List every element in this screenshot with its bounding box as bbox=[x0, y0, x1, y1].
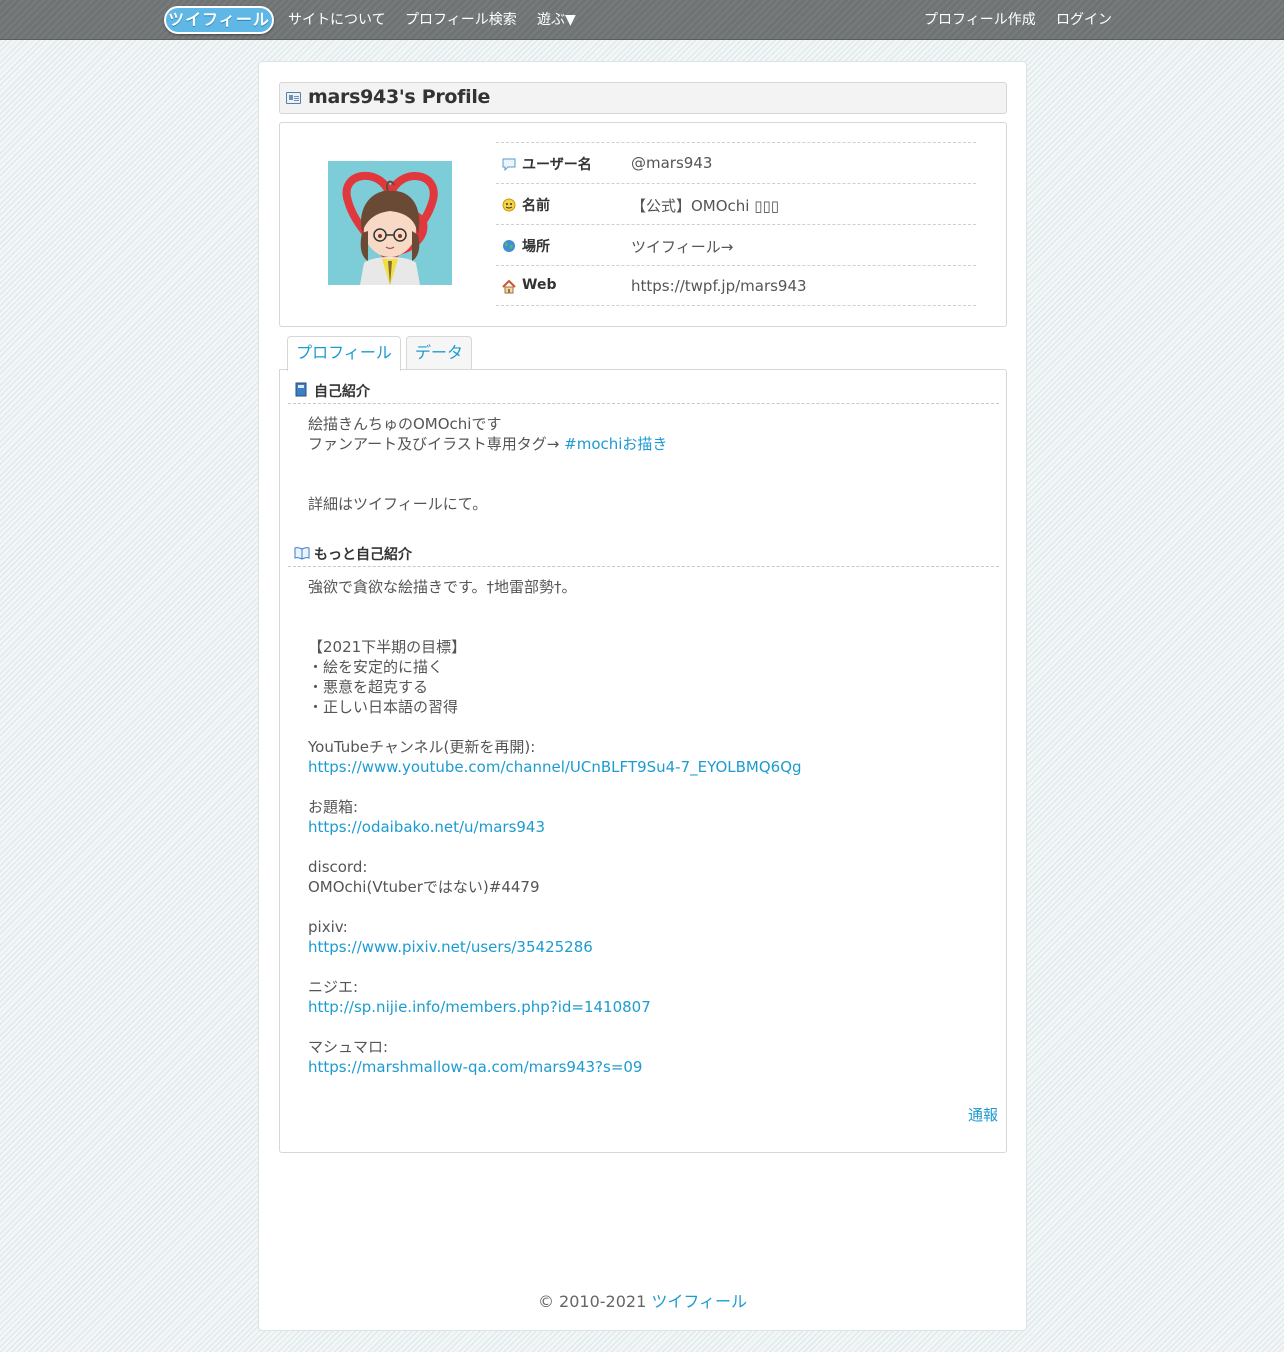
info-label-location: 場所 bbox=[522, 239, 550, 255]
info-label-username: ユーザー名 bbox=[522, 157, 592, 173]
more-section-title: もっと自己紹介 bbox=[314, 547, 412, 563]
more-intro-link[interactable]: https://www.youtube.com/channel/UCnBLFT9… bbox=[308, 757, 802, 777]
more-intro-link[interactable]: http://sp.nijie.info/members.php?id=1410… bbox=[308, 997, 802, 1017]
footer-site-link[interactable]: ツイフィール bbox=[651, 1292, 747, 1311]
info-row-location: 場所 ツイフィール→ bbox=[496, 224, 976, 265]
more-intro-line: ・絵を安定的に描く bbox=[308, 658, 444, 676]
web-link[interactable]: https://twpf.jp/mars943 bbox=[631, 277, 807, 295]
id-card-icon bbox=[286, 92, 301, 104]
more-intro-line: ・正しい日本語の習得 bbox=[308, 698, 459, 716]
more-section-header: もっと自己紹介 bbox=[288, 539, 999, 567]
more-intro-line bbox=[308, 897, 802, 917]
more-intro-line: pixiv: bbox=[308, 918, 348, 936]
info-row-username: ユーザー名 @mars943 bbox=[496, 142, 976, 183]
intro-line: ファンアート及びイラスト専用タグ→ #mochiお描き bbox=[308, 434, 667, 454]
intro-section-title: 自己紹介 bbox=[314, 384, 370, 400]
info-label-web: Web bbox=[522, 277, 557, 293]
tab-data[interactable]: データ bbox=[406, 336, 472, 370]
house-icon bbox=[502, 279, 516, 294]
info-row-web: Web https://twpf.jp/mars943 bbox=[496, 265, 976, 306]
profile-info-table: ユーザー名 @mars943 名前 【公式】OMOchi ▯▯▯ 場所 ツイフィ… bbox=[496, 142, 976, 306]
more-intro-line: お題箱: bbox=[308, 798, 359, 816]
more-intro-line bbox=[308, 617, 802, 637]
nav-login-link[interactable]: ログイン bbox=[1056, 0, 1112, 40]
intro-text: 絵描きんちゅのOMOchiです ファンアート及びイラスト専用タグ→ #mochi… bbox=[308, 414, 667, 514]
more-intro-line: OMOchi(Vtuberではない)#4479 bbox=[308, 878, 540, 896]
more-intro-line bbox=[308, 597, 802, 617]
more-intro-line: マシュマロ: bbox=[308, 1038, 389, 1056]
nav-play-dropdown[interactable]: 遊ぶ▼ bbox=[537, 0, 576, 40]
footer: © 2010-2021 ツイフィール bbox=[259, 1288, 1026, 1312]
globe-icon bbox=[502, 238, 516, 252]
more-intro-link[interactable]: https://odaibako.net/u/mars943 bbox=[308, 817, 802, 837]
notebook-icon bbox=[294, 382, 308, 397]
tab-profile[interactable]: プロフィール bbox=[287, 336, 401, 371]
hashtag-link[interactable]: #mochiお描き bbox=[564, 435, 667, 453]
more-intro-line bbox=[308, 957, 802, 977]
more-intro-line: ・悪意を超克する bbox=[308, 678, 429, 696]
display-name: 【公式】OMOchi ▯▯▯ bbox=[631, 197, 780, 215]
info-label-name: 名前 bbox=[522, 198, 550, 214]
smiley-icon bbox=[502, 197, 516, 212]
avatar[interactable] bbox=[328, 161, 452, 285]
more-intro-line: 【2021下半期の目標】 bbox=[308, 638, 467, 656]
nav-profile-search-link[interactable]: プロフィール検索 bbox=[405, 0, 517, 40]
intro-section-header: 自己紹介 bbox=[288, 376, 999, 404]
more-intro-line: 強欲で貪欲な絵描きです。†地雷部勢†。 bbox=[308, 578, 577, 596]
more-intro-line: discord: bbox=[308, 858, 368, 876]
nav-create-profile-link[interactable]: プロフィール作成 bbox=[924, 0, 1036, 40]
intro-line: 詳細はツイフィールにて。 bbox=[308, 495, 488, 513]
main-panel: mars943's Profile ユーザー名 @mars943 名前 【公式】… bbox=[258, 61, 1027, 1331]
profile-summary: ユーザー名 @mars943 名前 【公式】OMOchi ▯▯▯ 場所 ツイフィ… bbox=[279, 122, 1007, 327]
site-logo[interactable]: ツイフィール bbox=[164, 6, 274, 34]
tab-content: 自己紹介 絵描きんちゅのOMOchiです ファンアート及びイラスト専用タグ→ #… bbox=[279, 369, 1007, 1153]
open-book-icon bbox=[294, 545, 310, 560]
page-title: mars943's Profile bbox=[308, 86, 491, 108]
more-intro-text: 強欲で貪欲な絵描きです。†地雷部勢†。 【2021下半期の目標】 ・絵を安定的に描く… bbox=[308, 577, 802, 1077]
more-intro-link[interactable]: https://www.pixiv.net/users/35425286 bbox=[308, 937, 802, 957]
profile-title-bar: mars943's Profile bbox=[279, 82, 1007, 114]
location-value: ツイフィール→ bbox=[631, 238, 734, 256]
intro-line: 絵描きんちゅのOMOchiです bbox=[308, 415, 502, 433]
more-intro-line bbox=[308, 837, 802, 857]
copyright-text: © 2010-2021 bbox=[537, 1292, 652, 1311]
report-link[interactable]: 通報 bbox=[968, 1104, 998, 1125]
more-intro-line bbox=[308, 777, 802, 797]
more-intro-line: ニジエ: bbox=[308, 978, 359, 996]
top-navbar: ツイフィール サイトについて プロフィール検索 遊ぶ▼ プロフィール作成 ログイ… bbox=[0, 0, 1284, 40]
more-intro-line bbox=[308, 1017, 802, 1037]
more-intro-link[interactable]: https://marshmallow-qa.com/mars943?s=09 bbox=[308, 1057, 802, 1077]
username-link[interactable]: @mars943 bbox=[631, 154, 712, 172]
speech-bubble-icon bbox=[502, 156, 516, 172]
info-row-name: 名前 【公式】OMOchi ▯▯▯ bbox=[496, 183, 976, 224]
intro-line-text: ファンアート及びイラスト専用タグ→ bbox=[308, 435, 565, 453]
more-intro-line bbox=[308, 717, 802, 737]
nav-about-link[interactable]: サイトについて bbox=[288, 0, 386, 40]
more-intro-line: YouTubeチャンネル(更新を再開): bbox=[308, 738, 536, 756]
